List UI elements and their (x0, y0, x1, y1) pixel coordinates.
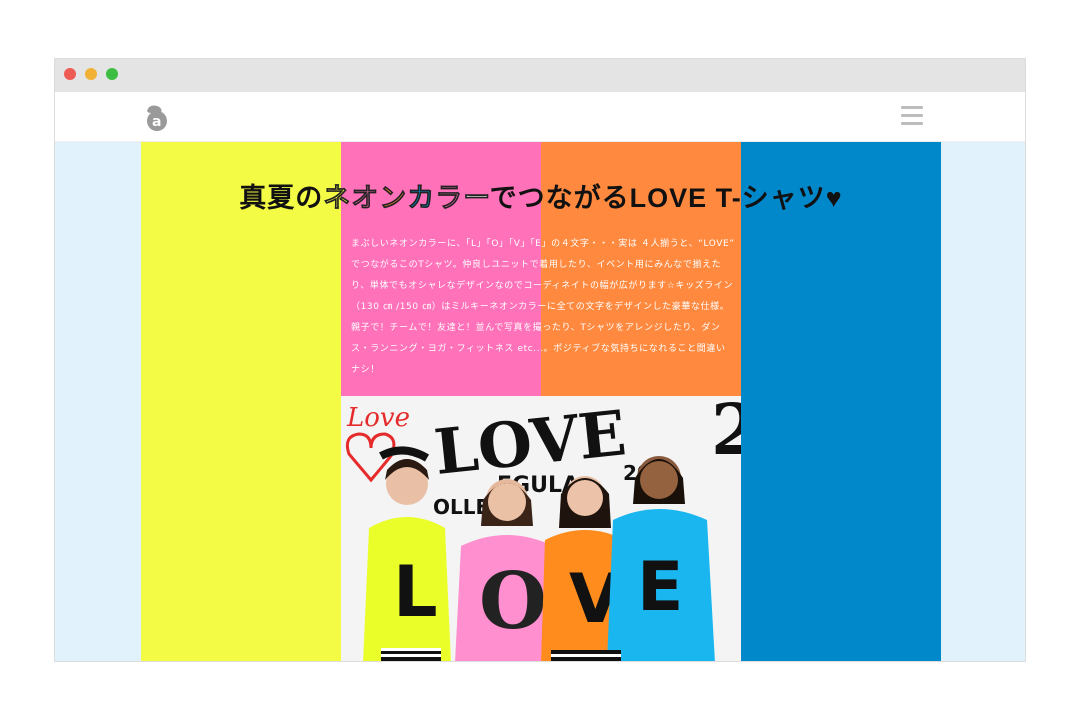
poster-script-text: Love (346, 403, 410, 433)
product-photo: LOVE 2 EGULA OLLECTI 201 Love L O (341, 396, 741, 661)
browser-window: a 真夏のネオンカラーでつながるLOVE T-シャツ♥ まぶしいネオンカラーに、… (54, 58, 1026, 662)
title-neon-char: ン (379, 183, 408, 214)
shirt-letter: L (393, 551, 438, 633)
site-header: a (55, 92, 1025, 142)
title-neon-char: ラ (435, 183, 464, 214)
minimize-window-button[interactable] (85, 68, 97, 80)
page-content: 真夏のネオンカラーでつながるLOVE T-シャツ♥ まぶしいネオンカラーに、「L… (55, 142, 1025, 661)
logo-letter: a (152, 114, 161, 130)
hamburger-icon-line (901, 114, 923, 117)
neon-stripe-yellow (141, 142, 341, 661)
hamburger-icon-line (901, 122, 923, 125)
title-suffix: でつながるLOVE T-シャツ♥ (489, 183, 843, 213)
title-neon-char: オ (351, 183, 380, 214)
title-neon-char: ネ (323, 183, 352, 214)
title-prefix: 真夏の (239, 183, 324, 213)
page-title: 真夏のネオンカラーでつながるLOVE T-シャツ♥ (141, 176, 941, 215)
shirt-letter: E (637, 548, 683, 627)
close-window-button[interactable] (64, 68, 76, 80)
poster-number: 2 (711, 396, 741, 471)
maximize-window-button[interactable] (106, 68, 118, 80)
title-neon-char: カ (407, 183, 436, 214)
models-photo-illustration: LOVE 2 EGULA OLLECTI 201 Love L O (341, 396, 741, 661)
logo-icon: a (147, 105, 167, 131)
browser-titlebar (55, 59, 1025, 92)
title-neon-char: ー (463, 183, 490, 214)
neon-stripe-blue (741, 142, 941, 661)
product-description: まぶしいネオンカラーに、「L」「O」「V」「E」の４文字・・・実は ４人揃うと、… (351, 239, 735, 375)
shirt-letter: O (479, 556, 547, 647)
site-logo[interactable]: a (139, 101, 171, 133)
hamburger-menu-button[interactable] (901, 106, 925, 126)
hamburger-icon-line (901, 106, 923, 109)
